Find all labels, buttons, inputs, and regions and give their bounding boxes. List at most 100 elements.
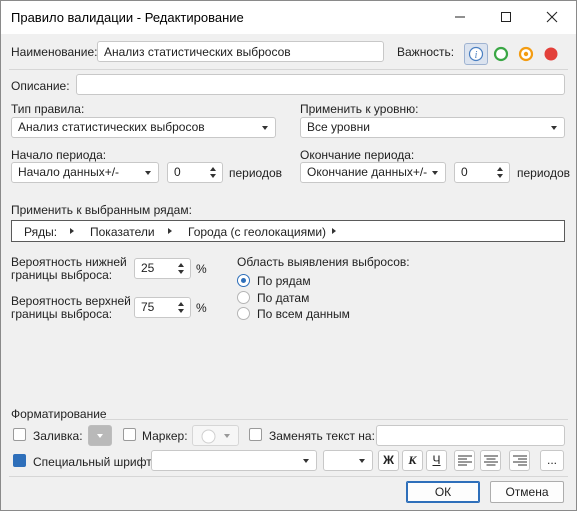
green-circle-icon	[493, 46, 509, 62]
maximize-button[interactable]	[483, 1, 529, 33]
chevron-right-icon	[332, 228, 336, 234]
importance-green-button[interactable]	[489, 43, 513, 65]
importance-orange-button[interactable]	[514, 43, 538, 65]
spin-down-icon[interactable]	[178, 309, 184, 313]
svg-text:i: i	[475, 50, 478, 61]
orange-circle-icon	[518, 46, 534, 62]
window-title: Правило валидации - Редактирование	[11, 10, 244, 25]
lower-bound-unit: %	[196, 262, 207, 276]
spin-up-icon[interactable]	[178, 302, 184, 306]
italic-button[interactable]: К	[402, 450, 423, 471]
importance-info-button[interactable]: i	[464, 43, 488, 65]
scope-option-label[interactable]: По датам	[257, 291, 309, 305]
separator	[9, 476, 568, 477]
scope-radio-dates[interactable]	[237, 291, 250, 304]
marker-select[interactable]	[192, 425, 239, 446]
replace-text-label: Заменять текст на:	[269, 429, 375, 443]
more-button[interactable]: ...	[540, 450, 564, 471]
rows-breadcrumb[interactable]: Ряды: Показатели Города (с геолокациями)	[11, 220, 565, 242]
bold-button[interactable]: Ж	[378, 450, 399, 471]
chevron-down-icon	[551, 126, 557, 130]
chevron-down-icon	[432, 171, 438, 175]
align-center-button[interactable]	[480, 450, 501, 471]
spin-up-icon[interactable]	[210, 167, 216, 171]
chevron-down-icon	[303, 459, 309, 463]
scope-radio-rows[interactable]	[237, 274, 250, 287]
spin-down-icon[interactable]	[497, 174, 503, 178]
cancel-button[interactable]: Отмена	[490, 481, 564, 503]
fill-label: Заливка:	[33, 429, 83, 443]
name-field[interactable]: Анализ статистических выбросов	[97, 41, 384, 62]
period-start-count-stepper[interactable]: 0	[167, 162, 223, 183]
spin-down-icon[interactable]	[178, 270, 184, 274]
ok-button[interactable]: ОК	[406, 481, 480, 503]
underline-button[interactable]: Ч	[426, 450, 447, 471]
period-start-label: Начало периода:	[11, 148, 107, 162]
period-end-unit: периодов	[517, 166, 571, 180]
rule-type-select[interactable]: Анализ статистических выбросов	[11, 117, 276, 138]
chevron-right-icon	[70, 228, 74, 234]
rows-label: Применить к выбранным рядам:	[11, 203, 192, 217]
align-left-button[interactable]	[454, 450, 475, 471]
marker-checkbox[interactable]	[123, 428, 136, 441]
chevron-down-icon	[262, 126, 268, 130]
spin-up-icon[interactable]	[497, 167, 503, 171]
special-font-checkbox[interactable]	[13, 454, 26, 467]
lower-bound-label-line1: Вероятность нижней	[11, 255, 127, 269]
align-right-button[interactable]	[509, 450, 530, 471]
upper-bound-label-line1: Вероятность верхней	[11, 294, 131, 308]
scope-option-label[interactable]: По рядам	[257, 274, 311, 288]
replace-text-checkbox[interactable]	[249, 428, 262, 441]
minimize-icon	[455, 16, 465, 18]
fill-checkbox[interactable]	[13, 428, 26, 441]
separator	[9, 69, 568, 70]
upper-bound-value: 75	[141, 300, 155, 314]
align-center-icon	[484, 455, 498, 466]
period-end-mode-select[interactable]: Окончание данных+/-	[300, 162, 446, 183]
marker-circle-icon	[201, 429, 216, 444]
red-circle-icon	[544, 47, 558, 61]
separator	[103, 419, 568, 420]
close-button[interactable]	[529, 1, 575, 33]
breadcrumb-item[interactable]: Города (с геолокациями)	[188, 225, 326, 239]
breadcrumb-item[interactable]: Показатели	[90, 225, 155, 239]
font-size-select[interactable]	[323, 450, 373, 471]
importance-red-button[interactable]	[539, 43, 563, 65]
upper-bound-stepper[interactable]: 75	[134, 297, 191, 318]
lower-bound-stepper[interactable]: 25	[134, 258, 191, 279]
apply-level-label: Применить к уровню:	[300, 102, 419, 116]
spin-up-icon[interactable]	[178, 263, 184, 267]
title-bar: Правило валидации - Редактирование	[1, 1, 576, 34]
info-icon: i	[468, 46, 484, 62]
scope-option-label[interactable]: По всем данным	[257, 307, 350, 321]
period-end-label: Окончание периода:	[300, 148, 415, 162]
apply-level-select[interactable]: Все уровни	[300, 117, 565, 138]
formatting-label: Форматирование	[11, 407, 107, 421]
scope-radio-all[interactable]	[237, 307, 250, 320]
description-field[interactable]	[76, 74, 565, 95]
period-start-mode-select[interactable]: Начало данных+/-	[11, 162, 159, 183]
rule-type-value: Анализ статистических выбросов	[18, 120, 205, 134]
spin-down-icon[interactable]	[210, 174, 216, 178]
period-end-count-stepper[interactable]: 0	[454, 162, 510, 183]
replace-text-field[interactable]	[376, 425, 565, 446]
period-start-count-value: 0	[174, 165, 181, 179]
close-icon	[546, 11, 558, 23]
maximize-icon	[501, 12, 511, 22]
fill-color-picker[interactable]	[88, 425, 112, 446]
upper-bound-unit: %	[196, 301, 207, 315]
period-end-mode-value: Окончание данных+/-	[307, 165, 428, 179]
name-label: Наименование:	[11, 45, 98, 59]
minimize-button[interactable]	[437, 1, 483, 33]
period-end-count-value: 0	[461, 165, 468, 179]
rule-type-label: Тип правила:	[11, 102, 85, 116]
chevron-down-icon	[97, 434, 103, 438]
check-icon	[16, 457, 23, 464]
upper-bound-label-line2: границы выброса:	[11, 307, 113, 321]
chevron-down-icon	[359, 459, 365, 463]
font-family-select[interactable]	[151, 450, 317, 471]
breadcrumb-item[interactable]: Ряды:	[24, 225, 57, 239]
chevron-down-icon	[224, 434, 230, 438]
chevron-right-icon	[168, 228, 172, 234]
dialog-window: Правило валидации - Редактирование Наиме…	[0, 0, 577, 511]
